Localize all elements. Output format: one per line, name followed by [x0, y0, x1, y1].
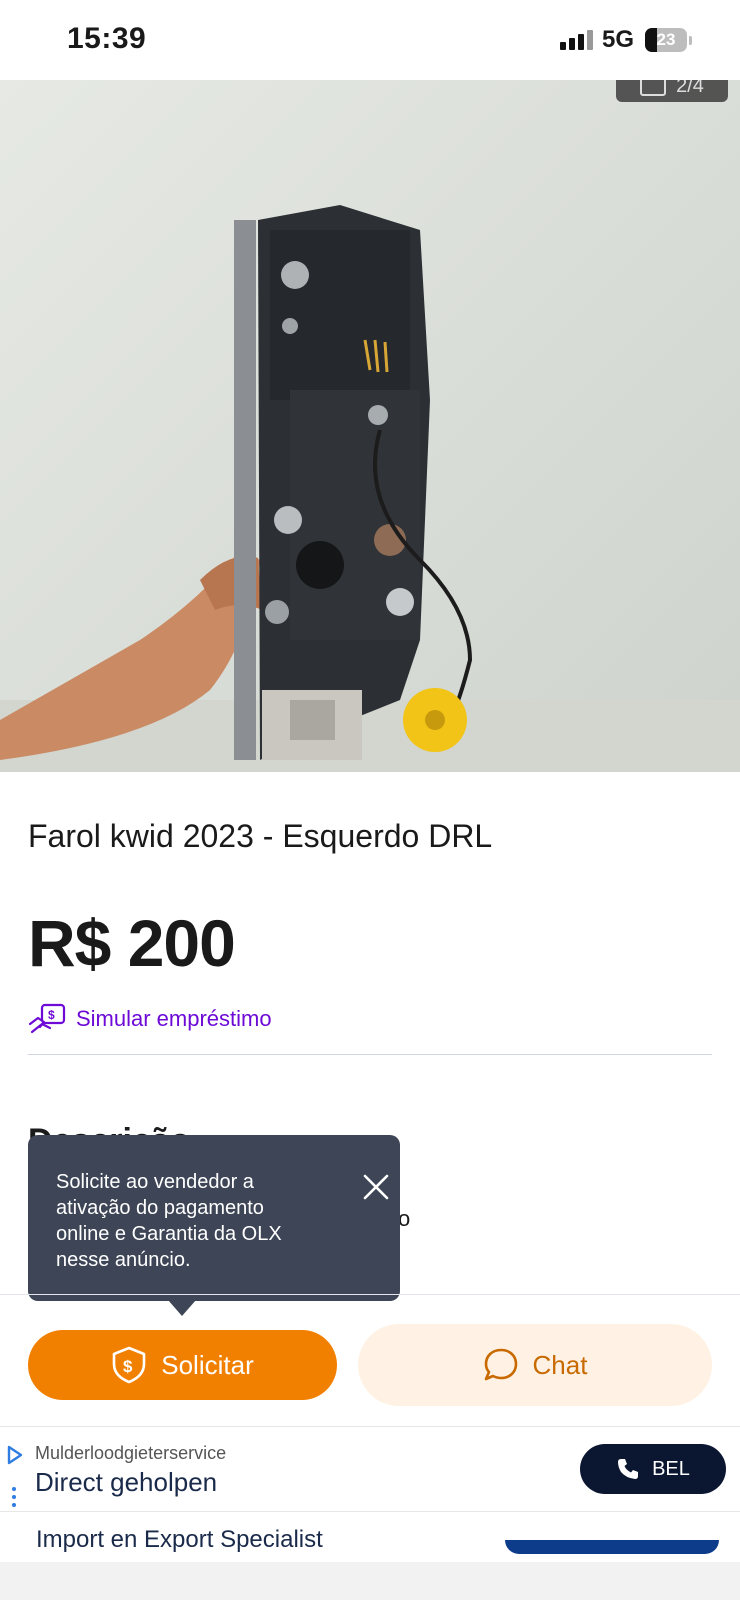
ad-headline: Direct geholpen: [35, 1467, 218, 1497]
status-time: 15:39: [67, 22, 147, 55]
next-ad-button[interactable]: [505, 1540, 719, 1554]
network-type: 5G: [602, 26, 635, 53]
listing-photo[interactable]: 2/4: [0, 80, 740, 772]
photo-counter-text: 2/4: [676, 80, 704, 97]
close-icon[interactable]: [360, 1171, 392, 1203]
action-bar-divider: [0, 1294, 740, 1295]
chat-label: Chat: [532, 1349, 588, 1380]
ad-call-button[interactable]: BEL: [580, 1444, 726, 1494]
svg-text:$: $: [48, 1008, 55, 1022]
battery-tip: [689, 36, 692, 45]
phone-icon: [618, 1459, 639, 1479]
shield-dollar-icon: $: [112, 1346, 146, 1384]
payment-tooltip: Solicite ao vendedor a ativação do pagam…: [28, 1135, 400, 1301]
solicitar-button[interactable]: $ Solicitar: [28, 1330, 337, 1400]
section-divider: [28, 1054, 712, 1055]
simulate-loan-link[interactable]: $ Simular empréstimo: [28, 1002, 272, 1036]
headlight-photo-illustration: [0, 205, 740, 772]
ad-call-label: BEL: [652, 1457, 690, 1480]
tooltip-arrow: [168, 1300, 196, 1316]
ad-choices-icon[interactable]: [6, 1445, 24, 1465]
battery-level: 23: [656, 30, 676, 49]
photo-counter: 2/4: [616, 80, 728, 102]
next-ad-headline: Import en Export Specialist: [36, 1526, 323, 1553]
solicitar-label: Solicitar: [161, 1349, 254, 1380]
signal-icon: [560, 30, 593, 50]
chat-button[interactable]: Chat: [358, 1324, 712, 1406]
bottom-area: [0, 1562, 740, 1600]
camera-icon: [640, 80, 667, 96]
chat-bubble-icon: [484, 1348, 517, 1381]
loan-money-icon: $: [28, 1003, 66, 1034]
simulate-loan-label: Simular empréstimo: [76, 1006, 272, 1031]
battery-icon: 23: [645, 28, 687, 52]
svg-text:$: $: [123, 1357, 133, 1376]
ad-more-icon[interactable]: [12, 1487, 16, 1511]
status-bar: 15:39 5G 23: [0, 0, 740, 80]
tooltip-text: Solicite ao vendedor a ativação do pagam…: [56, 1171, 282, 1271]
listing-title: Farol kwid 2023 - Esquerdo DRL: [28, 818, 493, 854]
listing-price: R$ 200: [28, 906, 236, 980]
ad-sponsor: Mulderloodgieterservice: [35, 1443, 227, 1463]
ad-banner[interactable]: Mulderloodgieterservice Direct geholpen …: [0, 1426, 740, 1512]
